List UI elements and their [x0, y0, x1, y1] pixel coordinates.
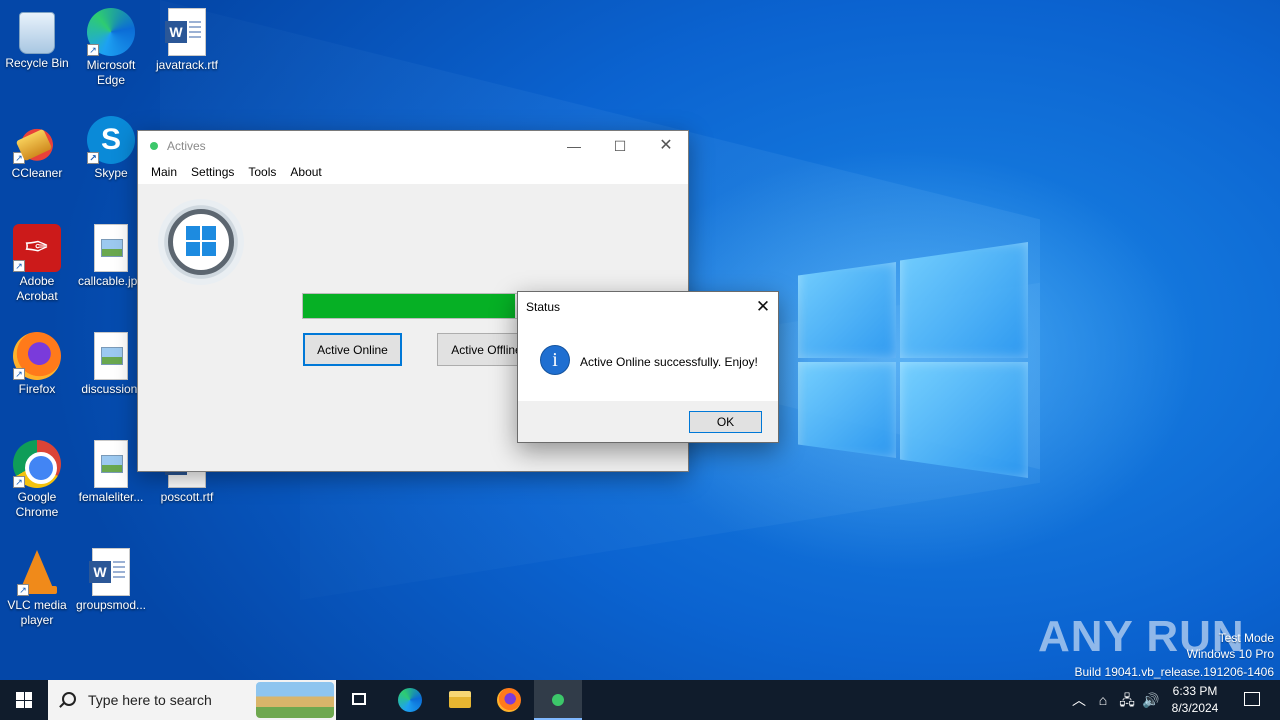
test-mode-text: Test Mode [1218, 631, 1274, 645]
task-view-button[interactable] [336, 680, 384, 720]
task-view-icon [352, 693, 366, 705]
desktop-icon-adobe-acrobat[interactable]: ✑ ↗ Adobe Acrobat [0, 224, 74, 304]
menu-about[interactable]: About [283, 161, 328, 179]
search-icon [62, 692, 76, 706]
firefox-icon: ↗ [13, 332, 61, 380]
firefox-icon [497, 688, 521, 712]
menu-bar: Main Settings Tools About [138, 161, 688, 185]
shortcut-arrow-icon: ↗ [17, 584, 29, 596]
clock-time: 6:33 PM [1172, 684, 1218, 698]
word-document-icon: W [165, 8, 206, 56]
taskbar-firefox-button[interactable] [485, 680, 533, 720]
windows-edition-text: Windows 10 Pro [1186, 647, 1274, 661]
taskbar-actives-button[interactable] [534, 680, 582, 720]
word-document-icon: W [89, 548, 130, 596]
ccleaner-icon: ↗ [13, 116, 61, 164]
menu-main[interactable]: Main [144, 161, 184, 179]
show-hidden-icons-chevron-icon[interactable]: ︿ [1068, 680, 1090, 720]
progress-fill [303, 294, 515, 318]
desktop-icon-label: Adobe Acrobat [16, 274, 58, 303]
edge-icon [398, 688, 422, 712]
meet-now-icon[interactable]: ⌂ [1093, 680, 1113, 720]
recycle-bin-icon [19, 12, 55, 54]
app-logo-icon [158, 199, 244, 285]
taskbar-edge-button[interactable] [386, 680, 434, 720]
notification-center-button[interactable] [1232, 680, 1272, 720]
desktop-icon-label: femaleliter... [78, 490, 144, 504]
build-text: Build 19041.vb_release.191206-1406 [1074, 665, 1275, 679]
desktop-icon-firefox[interactable]: ↗ Firefox [0, 332, 74, 397]
dialog-message: Active Online successfully. Enjoy! [580, 355, 758, 369]
desktop-icon-microsoft-edge[interactable]: ↗ Microsoft Edge [74, 8, 148, 88]
menu-tools[interactable]: Tools [241, 161, 283, 179]
ok-button[interactable]: OK [689, 411, 762, 433]
actives-app-icon [552, 694, 564, 706]
network-icon[interactable]: 🖧 [1116, 680, 1138, 720]
taskbar-file-explorer-button[interactable] [436, 680, 484, 720]
shortcut-arrow-icon: ↗ [13, 260, 25, 272]
desktop-icon-javatrack[interactable]: W javatrack.rtf [150, 8, 224, 73]
desktop-icon-label: Recycle Bin [5, 56, 69, 70]
window-titlebar[interactable]: Actives — ☐ ✕ [138, 131, 688, 161]
desktop-icon-vlc[interactable]: ↗ VLC media player [0, 548, 74, 628]
clock-date: 8/3/2024 [1171, 701, 1219, 715]
windows-logo-wallpaper [796, 242, 1028, 478]
image-file-icon [94, 332, 128, 380]
minimize-button[interactable]: — [551, 131, 597, 161]
folder-icon [449, 691, 471, 708]
acrobat-icon: ✑ ↗ [13, 224, 61, 272]
search-highlight-image [256, 682, 334, 718]
desktop-icon-label: poscott.rtf [160, 490, 214, 504]
desktop-icon-label: Google Chrome [15, 490, 59, 519]
dialog-close-button[interactable]: ✕ [750, 294, 776, 320]
active-online-button[interactable]: Active Online [303, 333, 402, 366]
desktop-icon-groupsmod[interactable]: W groupsmod... [74, 548, 148, 613]
taskbar: Type here to search ︿ ⌂ 🖧 🔊 6:33 PM 8/3/… [0, 680, 1280, 720]
status-dialog: Status ✕ i Active Online successfully. E… [517, 291, 779, 443]
clock[interactable]: 6:33 PM 8/3/2024 [1164, 683, 1226, 717]
maximize-button[interactable]: ☐ [597, 131, 643, 161]
start-button[interactable] [0, 680, 48, 720]
taskbar-search-box[interactable]: Type here to search [48, 680, 336, 720]
desktop-icon-label: groupsmod... [75, 598, 147, 612]
desktop-icon-google-chrome[interactable]: ↗ Google Chrome [0, 440, 74, 520]
shortcut-arrow-icon: ↗ [13, 476, 25, 488]
chrome-icon: ↗ [13, 440, 61, 488]
shortcut-arrow-icon: ↗ [87, 44, 99, 56]
desktop-icon-label: javatrack.rtf [155, 58, 218, 72]
menu-settings[interactable]: Settings [184, 161, 241, 179]
app-status-dot-icon [150, 142, 158, 150]
shortcut-arrow-icon: ↗ [13, 368, 25, 380]
desktop-icon-label: Microsoft Edge [86, 58, 136, 87]
vlc-icon: ↗ [17, 548, 57, 596]
search-placeholder: Type here to search [88, 692, 212, 708]
desktop-icon-label: VLC media player [7, 598, 67, 627]
windows-start-icon [16, 692, 32, 708]
close-button[interactable]: ✕ [643, 131, 689, 161]
skype-icon: S ↗ [87, 116, 135, 164]
edge-icon: ↗ [87, 8, 135, 56]
notification-icon [1244, 692, 1260, 706]
info-icon: i [540, 345, 570, 375]
desktop-icon-label: CCleaner [11, 166, 63, 180]
window-title: Actives [167, 139, 206, 153]
desktop-icon-recycle-bin[interactable]: Recycle Bin [0, 8, 74, 71]
desktop-icon-label: Firefox [18, 382, 56, 396]
image-file-icon [94, 224, 128, 272]
dialog-title: Status [526, 300, 561, 314]
shortcut-arrow-icon: ↗ [13, 152, 25, 164]
image-file-icon [94, 440, 128, 488]
shortcut-arrow-icon: ↗ [87, 152, 99, 164]
dialog-footer: OK [518, 401, 778, 442]
desktop-icon-ccleaner[interactable]: ↗ CCleaner [0, 116, 74, 181]
volume-icon[interactable]: 🔊 [1140, 680, 1162, 720]
